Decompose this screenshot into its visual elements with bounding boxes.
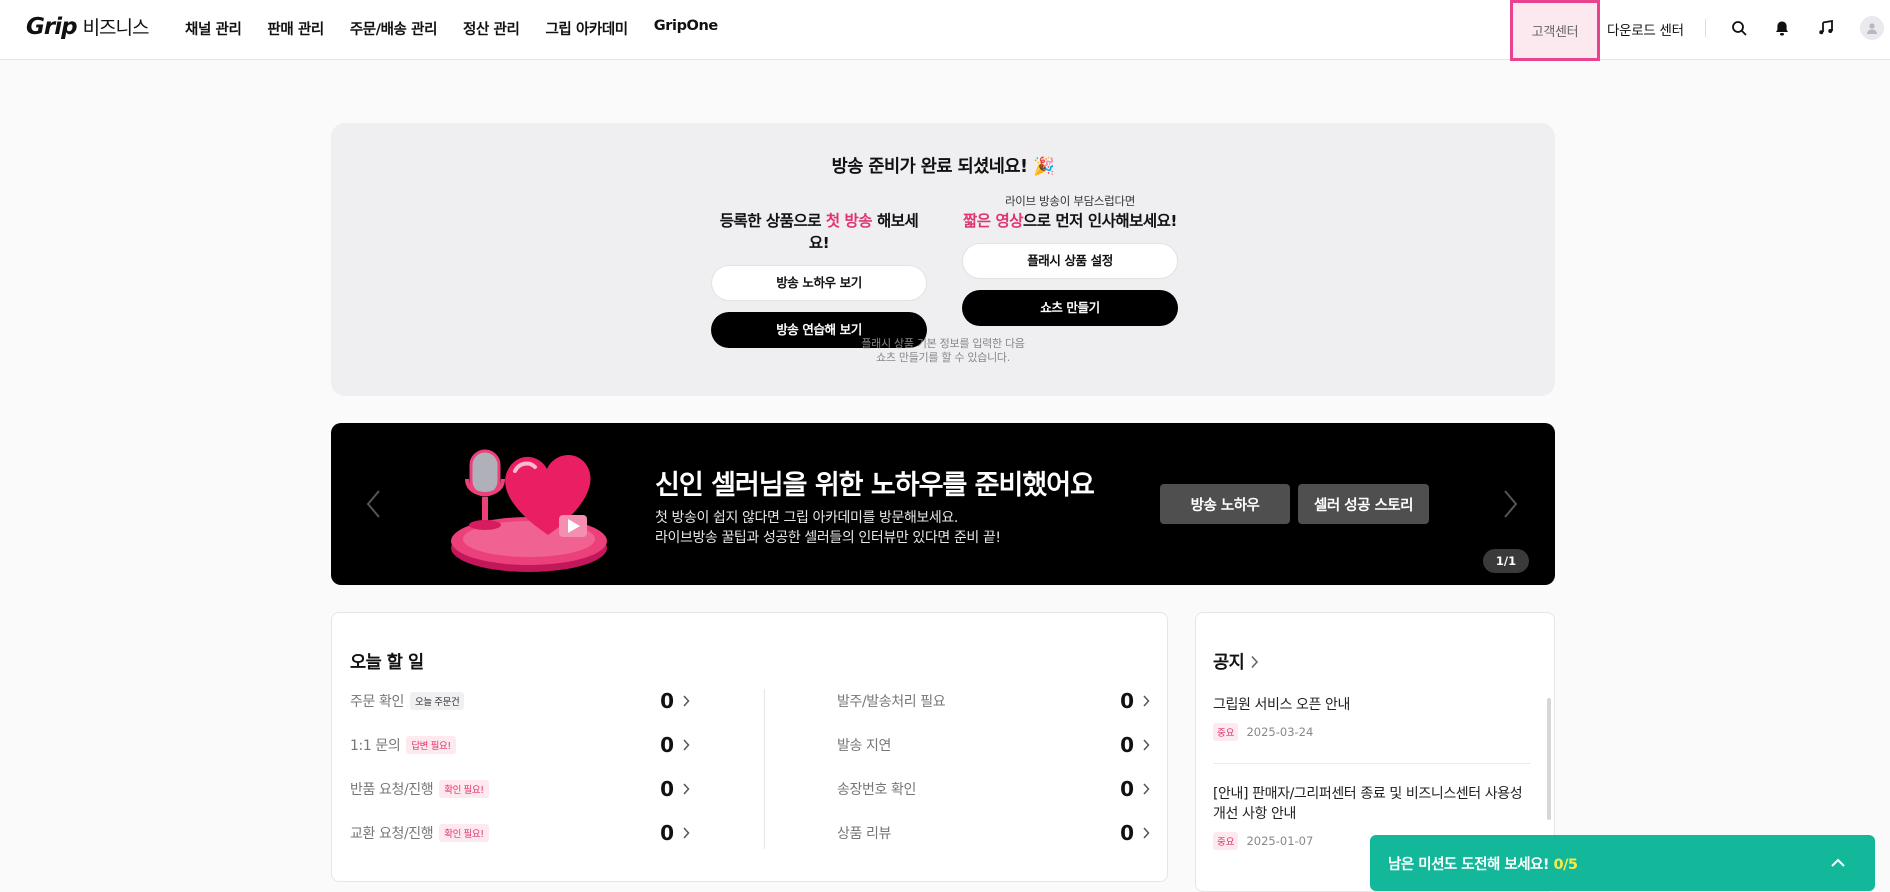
top-header: Grip 비즈니스 채널 관리 판매 관리 주문/배송 관리 정산 관리 그립 … bbox=[0, 0, 1890, 61]
search-icon[interactable] bbox=[1728, 17, 1750, 39]
nav-gripone[interactable]: GripOne bbox=[654, 18, 718, 39]
first-broadcast-heading: 등록한 상품으로 첫 방송 해보세요! bbox=[719, 212, 919, 252]
main-nav: 채널 관리 판매 관리 주문/배송 관리 정산 관리 그립 아카데미 GripO… bbox=[185, 18, 718, 39]
chevron-right-icon bbox=[683, 739, 690, 751]
notice-date: 2025-03-24 bbox=[1246, 725, 1314, 739]
status-badge: 오늘 주문건 bbox=[409, 692, 465, 710]
nav-sales[interactable]: 판매 관리 bbox=[267, 18, 324, 39]
todo-order-check[interactable]: 주문 확인 오늘 주문건 0 bbox=[350, 689, 690, 713]
mission-progress: 0/5 bbox=[1553, 857, 1578, 873]
seller-story-button[interactable]: 셀러 성공 스토리 bbox=[1298, 484, 1429, 524]
download-center-button[interactable]: 다운로드 센터 bbox=[1607, 19, 1684, 39]
mission-bar[interactable]: 남은 미션도 도전해 보세요! 0/5 bbox=[1370, 835, 1875, 891]
todo-shipping-delay[interactable]: 발송 지연 0 bbox=[837, 733, 1150, 757]
todo-title: 오늘 할 일 bbox=[350, 653, 424, 673]
short-video-column: 라이브 방송이 부담스럽다면 짧은 영상으로 먼저 인사해보세요! 플래시 상품… bbox=[962, 193, 1178, 326]
todo-dispatch[interactable]: 발주/발송처리 필요 0 bbox=[837, 689, 1150, 713]
chevron-right-icon bbox=[1143, 827, 1150, 839]
status-badge: 확인 필요! bbox=[439, 780, 489, 798]
logo-biz: 비즈니스 bbox=[82, 17, 150, 39]
broadcast-ready-card: 방송 준비가 완료 되셨네요! 🎉 등록한 상품으로 첫 방송 해보세요! 방송… bbox=[331, 123, 1555, 396]
chevron-right-icon bbox=[683, 695, 690, 707]
chevron-right-icon bbox=[1143, 783, 1150, 795]
todo-inquiry[interactable]: 1:1 문의 답변 필요! 0 bbox=[350, 733, 690, 757]
todo-return[interactable]: 반품 요청/진행 확인 필요! 0 bbox=[350, 777, 690, 801]
banner-pager: 1/1 bbox=[1483, 549, 1529, 573]
notice-item[interactable]: 그립원 서비스 오픈 안내 중요 2025-03-24 bbox=[1213, 695, 1533, 741]
todo-invoice-check[interactable]: 송장번호 확인 0 bbox=[837, 777, 1150, 801]
status-badge: 답변 필요! bbox=[406, 736, 456, 754]
chevron-right-icon bbox=[1143, 739, 1150, 751]
chevron-right-icon bbox=[683, 827, 690, 839]
chevron-right-icon bbox=[1251, 655, 1259, 668]
banner-description: 첫 방송이 쉽지 않다면 그립 아카데미를 방문해보세요. 라이브방송 꿀팁과 … bbox=[655, 510, 1001, 546]
make-shorts-button[interactable]: 쇼츠 만들기 bbox=[962, 290, 1178, 326]
notice-scrollbar[interactable] bbox=[1547, 698, 1551, 820]
academy-banner[interactable]: 신인 셀러님을 위한 노하우를 준비했어요 첫 방송이 쉽지 않다면 그립 아카… bbox=[331, 423, 1555, 585]
chevron-right-icon bbox=[1143, 695, 1150, 707]
ready-title: 방송 준비가 완료 되셨네요! 🎉 bbox=[831, 157, 1055, 177]
banner-knowhow-button[interactable]: 방송 노하우 bbox=[1160, 484, 1290, 524]
chevron-up-icon[interactable] bbox=[1829, 854, 1847, 872]
nav-settlement[interactable]: 정산 관리 bbox=[463, 18, 520, 39]
todo-divider bbox=[764, 689, 765, 849]
first-broadcast-column: 등록한 상품으로 첫 방송 해보세요! 방송 노하우 보기 방송 연습해 보기 bbox=[711, 193, 927, 348]
notice-divider bbox=[1213, 763, 1531, 764]
logo[interactable]: Grip 비즈니스 bbox=[26, 13, 149, 45]
notice-date: 2025-01-07 bbox=[1246, 834, 1314, 848]
logo-brand: Grip bbox=[26, 14, 78, 40]
ready-note: 플래시 상품 기본 정보를 입력한 다음 쇼츠 만들기를 할 수 있습니다. bbox=[861, 337, 1025, 364]
banner-next-icon[interactable] bbox=[1499, 487, 1521, 521]
heart-microphone-illustration bbox=[449, 435, 609, 575]
flash-product-setting-button[interactable]: 플래시 상품 설정 bbox=[962, 243, 1178, 279]
todo-review[interactable]: 상품 리뷰 0 bbox=[837, 821, 1150, 845]
status-badge: 확인 필요! bbox=[439, 824, 489, 842]
bell-icon[interactable] bbox=[1771, 17, 1793, 39]
banner-prev-icon[interactable] bbox=[363, 487, 385, 521]
short-video-heading: 짧은 영상으로 먼저 인사해보세요! bbox=[963, 212, 1177, 230]
mission-text: 남은 미션도 도전해 보세요! 0/5 bbox=[1388, 857, 1578, 873]
nav-channel[interactable]: 채널 관리 bbox=[185, 18, 242, 39]
nav-academy[interactable]: 그립 아카데미 bbox=[545, 18, 628, 39]
notice-title[interactable]: 공지 bbox=[1213, 649, 1259, 674]
header-divider bbox=[1705, 19, 1706, 37]
music-icon[interactable] bbox=[1815, 17, 1837, 39]
chevron-right-icon bbox=[683, 783, 690, 795]
broadcast-knowhow-button[interactable]: 방송 노하우 보기 bbox=[711, 265, 927, 301]
short-video-sub: 라이브 방송이 부담스럽다면 bbox=[1004, 194, 1136, 208]
customer-center-button[interactable]: 고객센터 bbox=[1510, 0, 1600, 61]
today-todo-panel: 오늘 할 일 주문 확인 오늘 주문건 0 1:1 문의 답변 필요! 0 반품… bbox=[331, 612, 1168, 882]
important-badge: 중요 bbox=[1213, 832, 1239, 850]
todo-exchange[interactable]: 교환 요청/진행 확인 필요! 0 bbox=[350, 821, 690, 845]
banner-title: 신인 셀러님을 위한 노하우를 준비했어요 bbox=[655, 470, 1095, 501]
nav-orders[interactable]: 주문/배송 관리 bbox=[350, 18, 438, 39]
important-badge: 중요 bbox=[1213, 723, 1239, 741]
avatar-icon[interactable] bbox=[1860, 16, 1884, 40]
